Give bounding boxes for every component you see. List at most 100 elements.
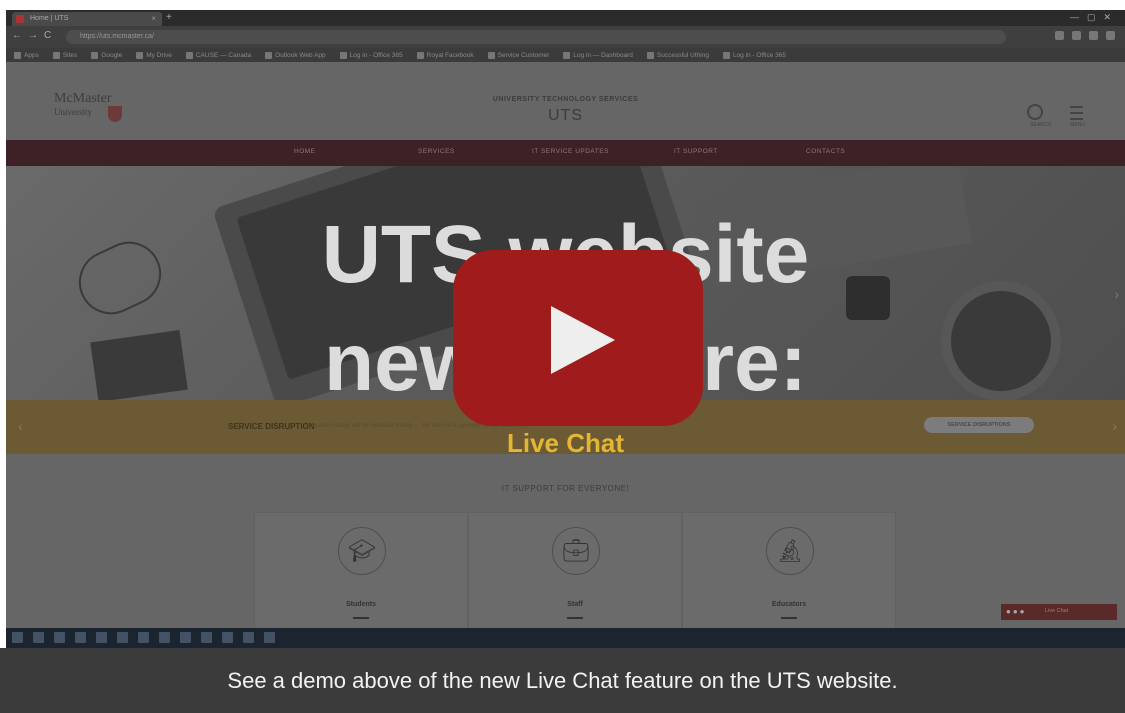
microscope-icon: 🔬︎ [766, 527, 814, 575]
extension-icons [1055, 31, 1115, 40]
bookmark-icon [563, 51, 571, 59]
edge-icon[interactable] [96, 632, 107, 643]
search-icon[interactable] [1027, 104, 1043, 120]
video-thumbnail[interactable]: Home | UTS × + —▢✕ ←→C https://uts.mcmas… [6, 10, 1125, 648]
bookmark-label: Log in - Office 365 [349, 51, 403, 59]
browser-toolbar: ←→C https://uts.mcmaster.ca/ [6, 26, 1125, 48]
bookmark-item[interactable]: Royal Facebook [416, 51, 474, 59]
browser-tab[interactable]: Home | UTS × [12, 12, 162, 26]
support-title: IT SUPPORT FOR EVERYONE! [501, 484, 630, 493]
app-icon[interactable] [222, 632, 233, 643]
bookmark-item[interactable]: Outlook Web App [265, 51, 326, 59]
bookmark-label: Successful Uthing [656, 51, 709, 59]
site-title: UTS [548, 107, 583, 124]
window-controls[interactable]: —▢✕ [1070, 12, 1119, 23]
bookmark-item[interactable]: Log in - Office 365 [339, 51, 403, 59]
bookmark-item[interactable]: Log in — Dashboard [563, 51, 633, 59]
extension-icon[interactable] [1055, 31, 1064, 40]
browser-tab-bar: Home | UTS × + —▢✕ [6, 10, 1125, 26]
bookmark-icon [722, 51, 730, 59]
card-students[interactable]: 🎓︎ Students [254, 512, 468, 630]
bookmark-label: My Drive [146, 51, 172, 59]
bookmark-icon [339, 51, 347, 59]
nav-item-home[interactable]: HOME [294, 148, 316, 155]
site-header: McMaster University UNIVERSITY TECHNOLOG… [6, 62, 1125, 148]
bookmark-label: Outlook Web App [275, 51, 326, 59]
bookmark-label: Google [101, 51, 123, 59]
menu-label: MENU [1070, 122, 1085, 128]
card-educators[interactable]: 🔬︎ Educators [682, 512, 896, 630]
bookmark-label: Service Customer [497, 51, 550, 59]
nav-item-it-support[interactable]: IT SUPPORT [674, 148, 718, 155]
divider [353, 617, 369, 619]
bookmark-item[interactable]: Apps [14, 51, 39, 59]
bookmark-icon [91, 51, 99, 59]
live-chat-widget[interactable]: ●●● Live Chat [1001, 604, 1117, 620]
app-icon[interactable] [264, 632, 275, 643]
bookmark-item[interactable]: Sites [52, 51, 78, 59]
site-tagline: UNIVERSITY TECHNOLOGY SERVICES [492, 96, 639, 103]
graduation-cap-icon: 🎓︎ [338, 527, 386, 575]
extension-icon[interactable] [1072, 31, 1081, 40]
store-icon[interactable] [138, 632, 149, 643]
site-nav: HOME SERVICES IT SERVICE UPDATES IT SUPP… [6, 140, 1125, 166]
play-icon [551, 306, 615, 374]
nav-item-contacts[interactable]: CONTACTS [806, 148, 845, 155]
bookmark-icon [14, 51, 21, 59]
app-icon[interactable] [243, 632, 254, 643]
tab-title: Home | UTS [30, 15, 69, 22]
bookmark-label: Log in — Dashboard [573, 51, 633, 59]
bookmark-item[interactable]: CAUSE — Canada [185, 51, 251, 59]
chat-widget-label: Live Chat [1045, 608, 1069, 614]
close-tab-icon[interactable]: × [151, 12, 156, 26]
app-icon[interactable] [201, 632, 212, 643]
bookmark-item[interactable]: Successful Uthing [646, 51, 709, 59]
bookmark-item[interactable]: Log in - Office 365 [722, 51, 786, 59]
search-icon[interactable] [33, 632, 44, 643]
file-explorer-icon[interactable] [117, 632, 128, 643]
chrome-icon[interactable] [180, 632, 191, 643]
hamburger-menu-icon[interactable] [1070, 106, 1083, 120]
bookmark-icon [265, 51, 273, 59]
bookmark-item[interactable]: Google [91, 51, 123, 59]
bookmark-label: Log in - Office 365 [732, 51, 786, 59]
system-clock[interactable] [1118, 631, 1119, 638]
bookmarks-bar: Apps Sites Google My Drive CAUSE — Canada Out… [6, 48, 1125, 62]
back-forward-reload-icons[interactable]: ←→C [12, 30, 57, 41]
start-icon[interactable] [12, 632, 23, 643]
bookmark-icon [646, 51, 654, 59]
bookmark-icon [487, 51, 495, 59]
card-staff[interactable]: 💼︎ Staff [468, 512, 682, 630]
new-tab-icon[interactable]: + [166, 12, 172, 23]
play-button[interactable] [453, 250, 703, 426]
address-bar[interactable]: https://uts.mcmaster.ca/ [66, 30, 1006, 44]
profile-icon[interactable] [1106, 31, 1115, 40]
cortana-icon[interactable] [54, 632, 65, 643]
bookmark-item[interactable]: Service Customer [487, 51, 550, 59]
bookmark-icon [136, 51, 144, 59]
divider [567, 617, 583, 619]
card-label: Educators [771, 601, 807, 608]
bookmark-label: Sites [62, 51, 78, 59]
bookmark-label: Apps [24, 51, 39, 59]
card-label: Staff [567, 601, 583, 608]
taskbar-icons [12, 632, 275, 643]
nav-item-service-updates[interactable]: IT SERVICE UPDATES [532, 148, 609, 155]
extension-icon[interactable] [1089, 31, 1098, 40]
nav-item-services[interactable]: SERVICES [418, 148, 455, 155]
caption-bar: See a demo above of the new Live Chat fe… [0, 648, 1125, 713]
mail-icon[interactable] [159, 632, 170, 643]
live-chat-title: Live Chat [506, 428, 625, 458]
video-caption: See a demo above of the new Live Chat fe… [227, 668, 898, 693]
bookmark-label: Royal Facebook [426, 51, 474, 59]
task-view-icon[interactable] [75, 632, 86, 643]
chat-bubble-icon: ●●● [1006, 607, 1027, 616]
card-label: Students [346, 601, 376, 608]
support-section: IT SUPPORT FOR EVERYONE! 🎓︎ Students 💼︎ … [6, 454, 1125, 630]
briefcase-icon: 💼︎ [552, 527, 600, 575]
favicon-icon [16, 15, 24, 23]
bookmark-icon [52, 51, 60, 59]
divider [781, 617, 797, 619]
bookmark-item[interactable]: My Drive [136, 51, 172, 59]
video-embed: Home | UTS × + —▢✕ ←→C https://uts.mcmas… [0, 0, 1125, 713]
